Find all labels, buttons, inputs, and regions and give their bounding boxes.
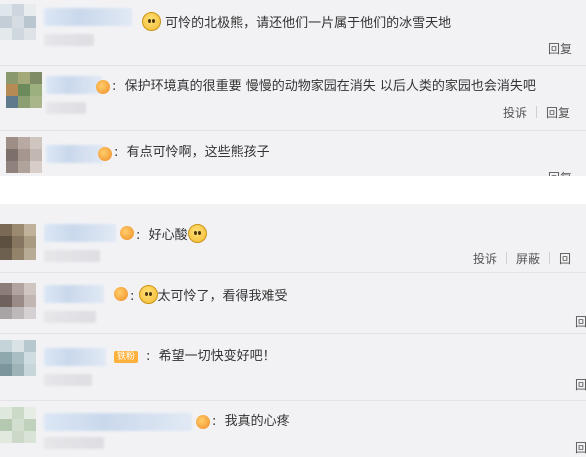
comment-text: 可怜的北极熊，请还他们一片属于他们的冰雪天地 <box>142 12 451 33</box>
avatar[interactable] <box>0 4 36 40</box>
report-button[interactable]: 投诉 <box>503 104 527 121</box>
reply-button[interactable]: 回 <box>575 439 586 456</box>
user-meta-blurred <box>44 437 104 449</box>
user-meta-blurred <box>44 34 94 46</box>
reply-button[interactable]: 回复 <box>546 104 570 121</box>
user-meta-blurred <box>46 102 86 114</box>
comment-item: : 太可怜了，看得我难受 回 <box>0 273 586 333</box>
fan-tag: 铁粉 <box>114 351 139 363</box>
comment-item: 铁粉 : 希望一切快变好吧！ 回 <box>0 334 586 400</box>
comment-actions: 回复 <box>548 40 572 57</box>
user-meta-blurred <box>44 311 96 323</box>
reply-button[interactable]: 回 <box>575 376 586 393</box>
comment-text: : 保护环境真的很重要 慢慢的动物家园在消失 以后人类的家园也会消失吧 <box>112 79 536 94</box>
comment-actions: 回复 <box>548 169 572 176</box>
user-badge-icon <box>98 147 112 161</box>
comment-item: 可怜的北极熊，请还他们一片属于他们的冰雪天地 回复 <box>0 0 586 65</box>
avatar[interactable] <box>0 283 40 319</box>
user-meta-blurred <box>44 374 92 386</box>
avatar[interactable] <box>0 340 40 376</box>
username-blurred[interactable] <box>44 285 104 303</box>
comment-actions: 回 <box>575 439 586 456</box>
username-blurred[interactable] <box>46 145 104 163</box>
user-badge-icon <box>120 226 134 240</box>
avatar[interactable] <box>6 137 42 173</box>
comment-text: : 太可怜了，看得我难受 <box>130 285 288 306</box>
comment-panel-top: 可怜的北极熊，请还他们一片属于他们的冰雪天地 回复 : 保护环境真的很重要 慢慢… <box>0 0 586 176</box>
user-badge-icon <box>196 415 210 429</box>
comment-text: : 好心酸 <box>136 224 207 245</box>
comment-item: : 我真的心疼 回 <box>0 401 586 457</box>
user-meta-blurred <box>44 250 100 262</box>
avatar[interactable] <box>0 407 40 443</box>
username-blurred[interactable] <box>46 76 102 94</box>
username-blurred[interactable] <box>44 224 116 242</box>
avatar[interactable] <box>0 224 40 260</box>
reply-button[interactable]: 回 <box>559 250 571 267</box>
comment-actions: 回 <box>575 313 586 330</box>
username-blurred[interactable] <box>44 348 106 366</box>
comment-text: : 有点可怜啊，这些熊孩子 <box>114 145 270 160</box>
avatar[interactable] <box>6 72 42 108</box>
user-badge-icon <box>96 80 110 94</box>
worried-face-icon <box>187 224 207 243</box>
comment-item: : 保护环境真的很重要 慢慢的动物家园在消失 以后人类的家园也会消失吧 投诉 回复 <box>0 66 586 130</box>
comment-text: : 我真的心疼 <box>212 414 290 429</box>
reply-button[interactable]: 回 <box>575 313 586 330</box>
user-badge-icon <box>114 287 128 301</box>
comment-item: : 有点可怜啊，这些熊孩子 回复 <box>0 131 586 176</box>
comment-actions: 投诉 屏蔽 回 <box>473 250 571 267</box>
comment-actions: 投诉 回复 <box>503 104 570 121</box>
comment-text: : 希望一切快变好吧！ <box>146 349 276 364</box>
comment-actions: 回 <box>575 376 586 393</box>
crying-face-icon <box>142 12 161 31</box>
username-blurred[interactable] <box>44 413 192 431</box>
comment-panel-bottom: : 好心酸 投诉 屏蔽回 : 太可怜了，看得我难受 回 铁粉 : 希望一切快变好吧… <box>0 204 586 457</box>
username-blurred[interactable] <box>44 8 132 26</box>
sad-face-icon <box>138 285 158 304</box>
report-button[interactable]: 投诉 <box>473 250 497 267</box>
reply-button[interactable]: 回复 <box>548 40 572 57</box>
block-button[interactable]: 屏蔽 <box>516 250 540 267</box>
comment-item: : 好心酸 投诉 屏蔽 回 <box>0 204 586 272</box>
reply-button[interactable]: 回复 <box>548 169 572 176</box>
